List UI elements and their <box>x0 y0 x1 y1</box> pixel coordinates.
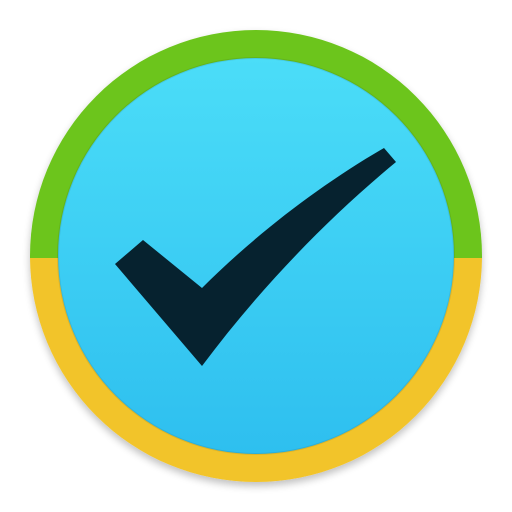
checkmark-app-icon <box>30 30 482 482</box>
icon-canvas <box>0 0 512 512</box>
